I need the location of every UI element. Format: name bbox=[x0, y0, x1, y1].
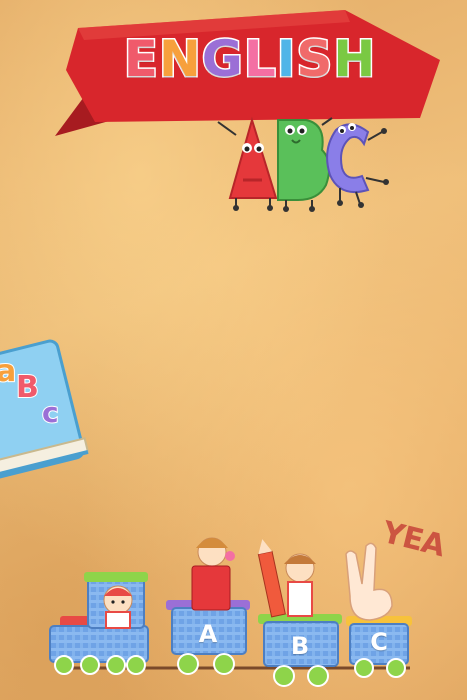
train-wagon-b bbox=[257, 539, 342, 687]
wagon-letter-b: B bbox=[290, 632, 310, 660]
train-engine bbox=[49, 572, 149, 675]
train-wagon-c bbox=[345, 542, 412, 678]
wagon-letter-a: A bbox=[198, 620, 218, 648]
wagon-letter-c: C bbox=[370, 628, 388, 656]
abc-train bbox=[49, 537, 412, 687]
train-wagon-a bbox=[166, 537, 250, 675]
